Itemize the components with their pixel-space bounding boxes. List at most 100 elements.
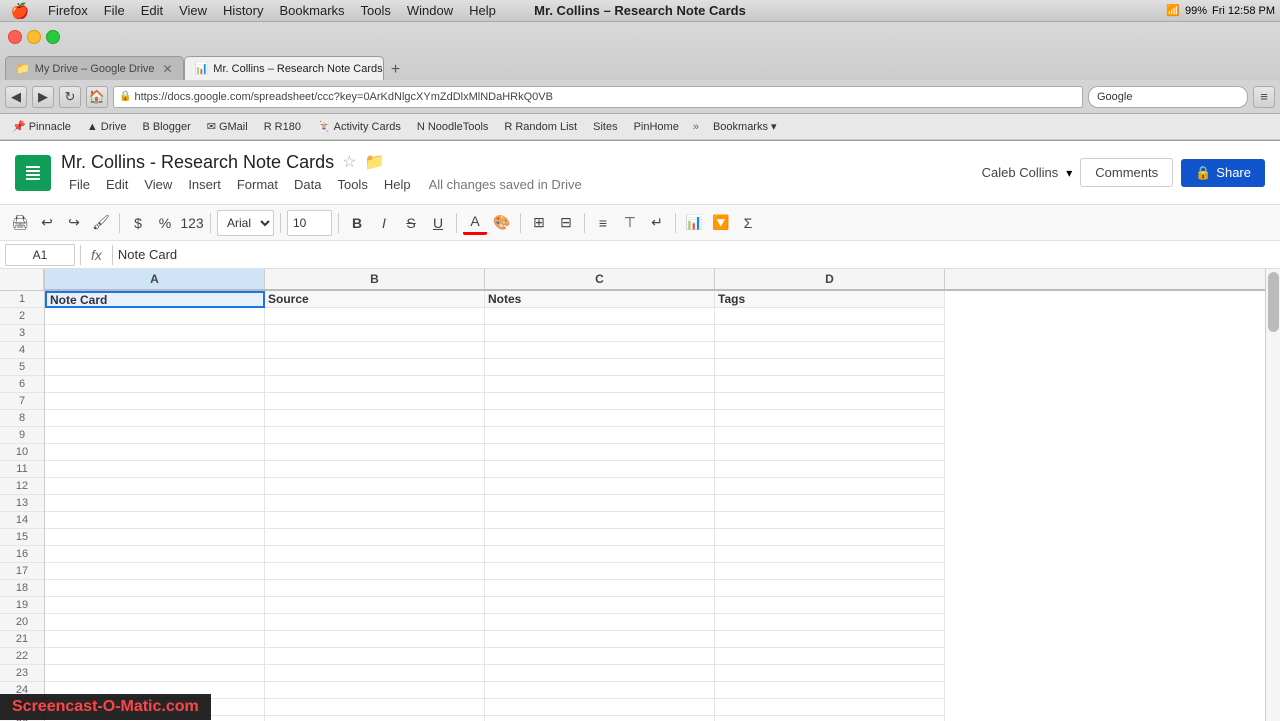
bm-blogger[interactable]: B Blogger — [135, 119, 197, 135]
cell-d17[interactable] — [715, 563, 945, 580]
cell-a1[interactable]: Note Card — [45, 291, 265, 308]
tab-drive[interactable]: 📁 My Drive – Google Drive ✕ — [5, 56, 184, 80]
cell-b9[interactable] — [265, 427, 485, 444]
cell-d25[interactable] — [715, 699, 945, 716]
fill-color-button[interactable]: 🎨 — [490, 211, 514, 235]
minimize-button[interactable] — [27, 30, 41, 44]
cell-c19[interactable] — [485, 597, 715, 614]
print-button[interactable]: 🖨 — [8, 211, 32, 235]
cell-a21[interactable] — [45, 631, 265, 648]
cell-c6[interactable] — [485, 376, 715, 393]
cell-c14[interactable] — [485, 512, 715, 529]
cell-c11[interactable] — [485, 461, 715, 478]
cell-d21[interactable] — [715, 631, 945, 648]
percent-button[interactable]: % — [153, 211, 177, 235]
cell-a8[interactable] — [45, 410, 265, 427]
cell-b22[interactable] — [265, 648, 485, 665]
cell-b6[interactable] — [265, 376, 485, 393]
bm-gmail[interactable]: ✉ GMail — [200, 118, 255, 135]
cell-d1[interactable]: Tags — [715, 291, 945, 308]
cell-a18[interactable] — [45, 580, 265, 597]
menu-edit[interactable]: Edit — [98, 175, 136, 194]
bm-more[interactable]: » — [688, 119, 704, 135]
bold-button[interactable]: B — [345, 211, 369, 235]
cell-a13[interactable] — [45, 495, 265, 512]
borders-button[interactable]: ⊞ — [527, 211, 551, 235]
apple-menu[interactable]: 🍎 — [0, 2, 40, 20]
wrap-button[interactable]: ↵ — [645, 211, 669, 235]
cell-c12[interactable] — [485, 478, 715, 495]
cell-b8[interactable] — [265, 410, 485, 427]
cell-a17[interactable] — [45, 563, 265, 580]
cell-d9[interactable] — [715, 427, 945, 444]
cell-b14[interactable] — [265, 512, 485, 529]
cell-b20[interactable] — [265, 614, 485, 631]
cell-d20[interactable] — [715, 614, 945, 631]
menu-file[interactable]: File — [61, 175, 98, 194]
cell-c21[interactable] — [485, 631, 715, 648]
font-size-input[interactable] — [287, 210, 332, 236]
cell-c8[interactable] — [485, 410, 715, 427]
cell-a2[interactable] — [45, 308, 265, 325]
cell-b18[interactable] — [265, 580, 485, 597]
cell-b21[interactable] — [265, 631, 485, 648]
comments-button[interactable]: Comments — [1080, 158, 1173, 187]
cell-c26[interactable] — [485, 716, 715, 721]
cell-c2[interactable] — [485, 308, 715, 325]
cell-d24[interactable] — [715, 682, 945, 699]
menu-button[interactable]: ≡ — [1253, 86, 1275, 108]
cell-c16[interactable] — [485, 546, 715, 563]
menu-view[interactable]: View — [171, 0, 215, 21]
menu-bookmarks[interactable]: Bookmarks — [272, 0, 353, 21]
share-button[interactable]: 🔒 Share — [1181, 159, 1265, 187]
new-tab-button[interactable]: + — [384, 60, 408, 80]
search-bar[interactable]: Google — [1088, 86, 1248, 108]
close-button[interactable] — [8, 30, 22, 44]
col-header-d[interactable]: D — [715, 269, 945, 289]
menu-history[interactable]: History — [215, 0, 271, 21]
col-header-a[interactable]: A — [45, 269, 265, 289]
bm-noodle[interactable]: N NoodleTools — [410, 119, 496, 135]
cell-b16[interactable] — [265, 546, 485, 563]
number-format-button[interactable]: 123 — [180, 211, 204, 235]
cell-b24[interactable] — [265, 682, 485, 699]
function-button[interactable]: Σ — [736, 211, 760, 235]
cell-a4[interactable] — [45, 342, 265, 359]
cell-b17[interactable] — [265, 563, 485, 580]
maximize-button[interactable] — [46, 30, 60, 44]
menu-view[interactable]: View — [136, 175, 180, 194]
cell-d10[interactable] — [715, 444, 945, 461]
filter-button[interactable]: 🔽 — [709, 211, 733, 235]
cell-b2[interactable] — [265, 308, 485, 325]
cell-d23[interactable] — [715, 665, 945, 682]
cell-d2[interactable] — [715, 308, 945, 325]
cell-b11[interactable] — [265, 461, 485, 478]
bm-pinhome[interactable]: PinHome — [627, 119, 686, 135]
menu-edit[interactable]: Edit — [133, 0, 171, 21]
back-button[interactable]: ◀ — [5, 86, 27, 108]
formula-content[interactable]: Note Card — [118, 247, 1275, 262]
cell-a6[interactable] — [45, 376, 265, 393]
cell-a3[interactable] — [45, 325, 265, 342]
cell-b7[interactable] — [265, 393, 485, 410]
cell-b26[interactable] — [265, 716, 485, 721]
cell-d13[interactable] — [715, 495, 945, 512]
valign-button[interactable]: ⊤ — [618, 211, 642, 235]
cell-d11[interactable] — [715, 461, 945, 478]
cell-a23[interactable] — [45, 665, 265, 682]
cell-b23[interactable] — [265, 665, 485, 682]
bm-random[interactable]: R Random List — [497, 119, 584, 135]
col-header-c[interactable]: C — [485, 269, 715, 289]
cell-b19[interactable] — [265, 597, 485, 614]
cell-b3[interactable] — [265, 325, 485, 342]
tab-sheets[interactable]: 📊 Mr. Collins – Research Note Cards ✕ — [184, 56, 384, 80]
undo-button[interactable]: ↩ — [35, 211, 59, 235]
cell-c17[interactable] — [485, 563, 715, 580]
cell-a5[interactable] — [45, 359, 265, 376]
cell-a16[interactable] — [45, 546, 265, 563]
cell-a9[interactable] — [45, 427, 265, 444]
cell-a11[interactable] — [45, 461, 265, 478]
cell-c5[interactable] — [485, 359, 715, 376]
cell-d4[interactable] — [715, 342, 945, 359]
forward-button[interactable]: ▶ — [32, 86, 54, 108]
